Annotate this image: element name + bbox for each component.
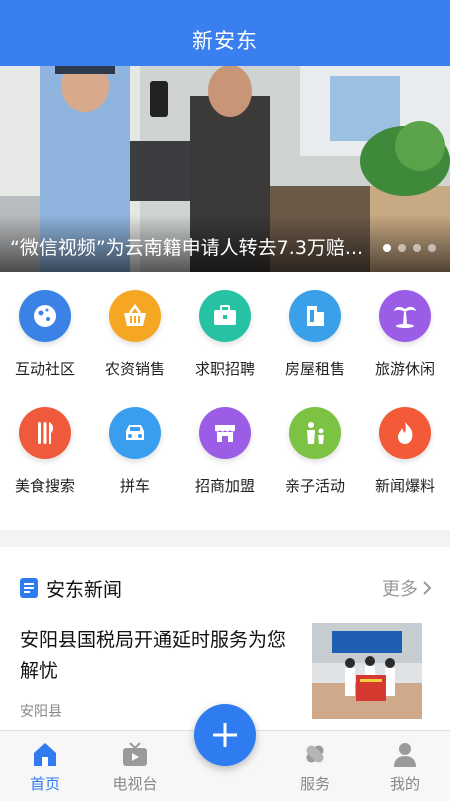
news-thumbnail bbox=[312, 623, 422, 719]
news-item-source: 安阳县 bbox=[20, 704, 62, 720]
service-item-franchise[interactable]: 招商加盟 bbox=[180, 389, 270, 499]
tab-services[interactable]: 服务 bbox=[270, 731, 360, 801]
service-item-family-activities[interactable]: 亲子活动 bbox=[270, 389, 360, 499]
briefcase-icon bbox=[199, 290, 251, 342]
flame-icon bbox=[379, 407, 431, 459]
user-icon bbox=[390, 739, 420, 769]
app-header: 新安东 bbox=[0, 14, 450, 66]
plus-icon bbox=[213, 723, 237, 747]
service-item-agri-sales[interactable]: 农资销售 bbox=[90, 272, 180, 382]
news-section: 安东新闻 更多 安阳县国税局开通延时服务为您解忧 安阳县 bbox=[0, 547, 450, 730]
news-section-title: 安东新闻 bbox=[46, 579, 123, 601]
service-item-travel[interactable]: 旅游休闲 bbox=[360, 272, 450, 382]
car-icon bbox=[109, 407, 161, 459]
more-label: 更多 bbox=[382, 579, 418, 600]
building-icon bbox=[289, 290, 341, 342]
service-item-housing[interactable]: 房屋租售 bbox=[270, 272, 360, 382]
carousel-dot[interactable] bbox=[383, 244, 391, 252]
service-grid: 互动社区 农资销售 求职招聘 房屋租售 旅游休闲 美食搜索 拼车 招商加盟 亲子… bbox=[0, 272, 450, 530]
page-title: 新安东 bbox=[192, 29, 258, 53]
tab-home[interactable]: 首页 bbox=[0, 731, 90, 801]
service-item-news-tips[interactable]: 新闻爆料 bbox=[360, 389, 450, 499]
carousel-indicators bbox=[383, 244, 436, 252]
service-item-jobs[interactable]: 求职招聘 bbox=[180, 272, 270, 382]
banner-carousel[interactable]: “微信视频”为云南籍申请人转去7.3万赔... bbox=[0, 66, 450, 272]
news-more-link[interactable]: 更多 bbox=[382, 575, 432, 601]
carousel-dot[interactable] bbox=[413, 244, 421, 252]
tab-tv[interactable]: 电视台 bbox=[90, 731, 180, 801]
tab-me[interactable]: 我的 bbox=[360, 731, 450, 801]
parent-child-icon bbox=[289, 407, 341, 459]
carousel-dot[interactable] bbox=[428, 244, 436, 252]
status-bar bbox=[0, 0, 450, 14]
fork-knife-icon bbox=[19, 407, 71, 459]
banner-caption[interactable]: “微信视频”为云南籍申请人转去7.3万赔... bbox=[10, 233, 370, 260]
service-icon bbox=[300, 739, 330, 769]
carousel-dot[interactable] bbox=[398, 244, 406, 252]
planet-icon bbox=[19, 290, 71, 342]
palm-tree-icon bbox=[379, 290, 431, 342]
service-item-community[interactable]: 互动社区 bbox=[0, 272, 90, 382]
service-item-food[interactable]: 美食搜索 bbox=[0, 389, 90, 499]
add-post-button[interactable] bbox=[194, 704, 256, 766]
news-doc-icon bbox=[20, 578, 38, 598]
chevron-right-icon bbox=[423, 581, 432, 595]
service-item-carpool[interactable]: 拼车 bbox=[90, 389, 180, 499]
news-item-title: 安阳县国税局开通延时服务为您解忧 bbox=[20, 629, 287, 682]
tv-icon bbox=[120, 739, 150, 769]
home-icon bbox=[30, 739, 60, 769]
storefront-icon bbox=[199, 407, 251, 459]
basket-icon bbox=[109, 290, 161, 342]
news-header: 安东新闻 更多 bbox=[0, 547, 450, 609]
